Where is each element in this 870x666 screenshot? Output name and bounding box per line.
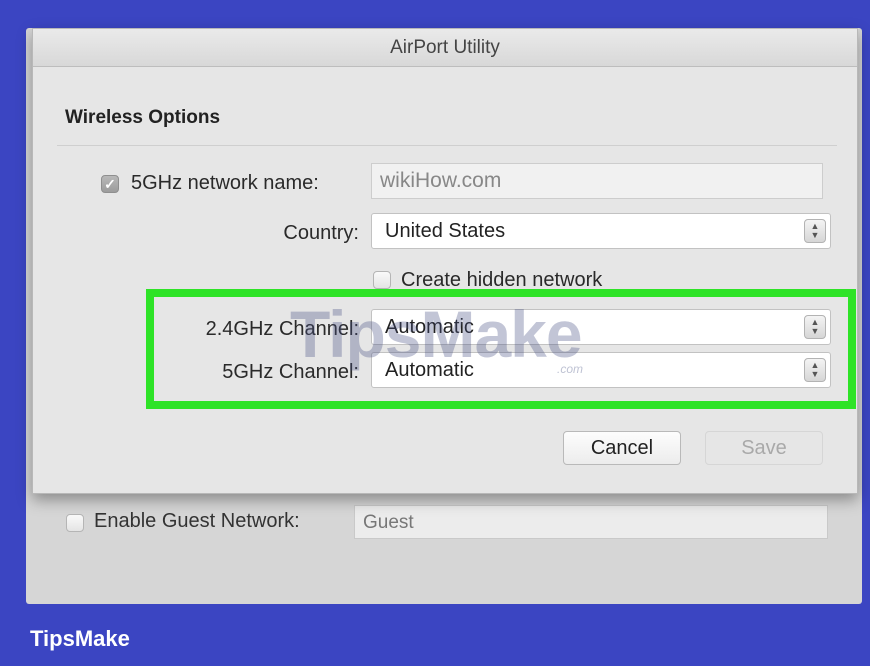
up-down-chevron-icon: ▲ ▼: [804, 219, 826, 243]
watermark-suffix: .com: [557, 362, 584, 376]
country-label: Country:: [283, 222, 359, 244]
hidden-network-checkbox[interactable]: [373, 271, 391, 289]
network-name-field[interactable]: wikiHow.com: [371, 163, 823, 199]
country-value: United States: [385, 220, 506, 242]
checkmark-icon: ✓: [104, 176, 116, 192]
save-button[interactable]: Save: [705, 431, 823, 465]
guest-network-label: Enable Guest Network:: [94, 510, 300, 532]
cancel-button[interactable]: Cancel: [563, 431, 681, 465]
section-divider: [57, 145, 837, 146]
network-name-checkbox[interactable]: ✓: [101, 175, 119, 193]
watermark-logo: TipsMake: [290, 297, 583, 371]
guest-network-row: Enable Guest Network: Guest: [66, 505, 836, 539]
network-name-label: 5GHz network name:: [131, 172, 319, 194]
window-title: AirPort Utility: [33, 29, 857, 67]
brand-label: TipsMake: [30, 626, 130, 651]
wireless-options-dialog: AirPort Utility Wireless Options ✓ 5GHz …: [32, 28, 858, 494]
guest-network-checkbox[interactable]: [66, 514, 84, 532]
country-select[interactable]: United States ▲ ▼: [371, 213, 831, 249]
section-title: Wireless Options: [65, 107, 221, 128]
guest-network-field[interactable]: Guest: [354, 505, 828, 539]
